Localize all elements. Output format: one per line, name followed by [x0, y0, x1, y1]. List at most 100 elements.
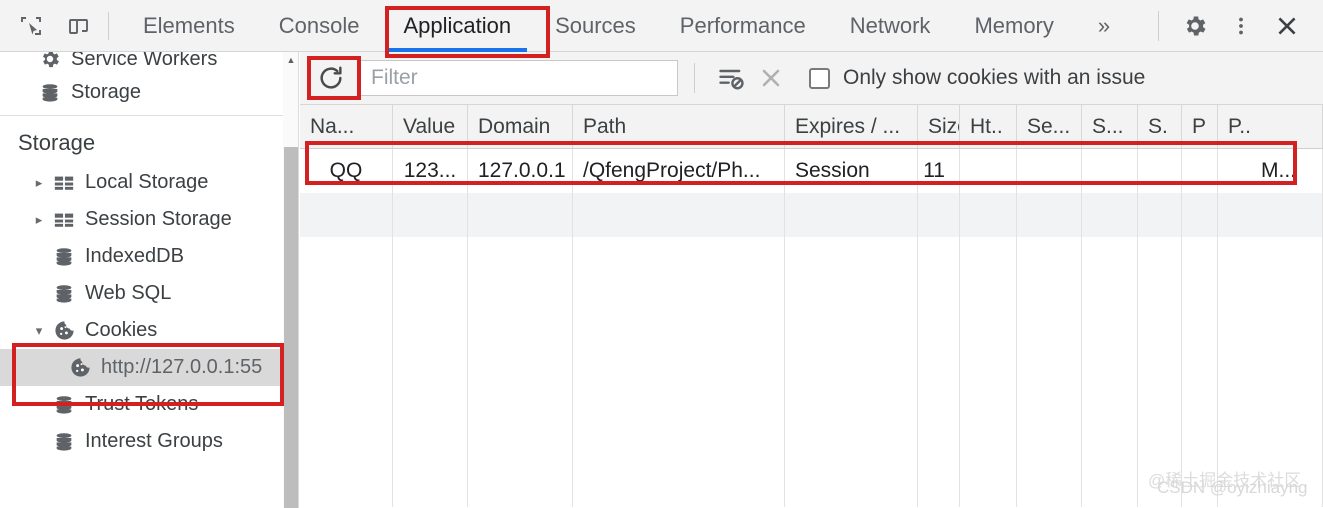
tabbar-divider [108, 11, 109, 40]
sidebar-item-cookie-origin-label: http://127.0.0.1:55 [101, 356, 263, 378]
sidebar-item-indexeddb-label: IndexedDB [85, 245, 184, 267]
cell-name: QQ [300, 149, 393, 193]
cell-expires: Session [785, 149, 918, 193]
sidebar-item-indexeddb[interactable]: IndexedDB [0, 238, 283, 275]
scroll-up-arrow-icon[interactable]: ▲ [283, 52, 299, 68]
tabbar-right-tools [1148, 6, 1323, 46]
tab-console-label: Console [278, 12, 360, 38]
filter-input[interactable] [360, 60, 678, 96]
sidebar-item-web-sql-label: Web SQL [85, 282, 172, 304]
sidebar-item-storage-top[interactable]: Storage [0, 74, 283, 111]
clear-filter-icon[interactable] [711, 59, 751, 97]
cell-httponly [960, 149, 1017, 193]
cell-priority: M... [1218, 149, 1323, 193]
chevron-right-icon[interactable]: ▸ [28, 212, 50, 228]
grid-column-line [1017, 237, 1082, 507]
tab-memory[interactable]: Memory [952, 0, 1075, 52]
column-header-name[interactable]: Na... [300, 105, 393, 148]
column-header-value[interactable]: Value [393, 105, 468, 148]
tab-performance-label: Performance [679, 12, 806, 38]
sidebar-item-trust-tokens[interactable]: Trust Tokens [0, 386, 283, 423]
device-toolbar-icon[interactable] [62, 9, 96, 43]
tab-network[interactable]: Network [828, 0, 953, 52]
close-icon[interactable] [1267, 6, 1307, 46]
only-issues-checkbox-row[interactable]: Only show cookies with an issue [809, 66, 1145, 90]
column-header-httponly[interactable]: Ht.. [960, 105, 1017, 148]
column-header-size[interactable]: Size [918, 105, 960, 148]
cell-empty [393, 193, 468, 237]
cell-empty [300, 193, 393, 237]
tab-overflow-button[interactable]: » [1076, 0, 1132, 52]
grid-column-line [468, 237, 573, 507]
database-icon [50, 394, 78, 416]
table-row[interactable]: QQ 123... 127.0.0.1 /QfengProject/Ph... … [300, 149, 1323, 193]
grid-column-line [785, 237, 918, 507]
devtools-window: Elements Console Application Sources Per… [0, 0, 1323, 508]
tab-sources-label: Sources [555, 12, 636, 38]
grid-column-line [573, 237, 785, 507]
gear-icon [36, 52, 64, 70]
cookies-panel: Only show cookies with an issue Na... Va… [300, 52, 1323, 508]
cookies-toolbar: Only show cookies with an issue [300, 52, 1323, 105]
sidebar-item-local-storage-label: Local Storage [85, 171, 209, 193]
cell-value: 123... [393, 149, 468, 193]
sidebar-item-cookie-origin[interactable]: http://127.0.0.1:55 [0, 349, 283, 386]
database-icon [50, 431, 78, 453]
cell-empty [573, 193, 785, 237]
table-icon [50, 209, 78, 231]
cell-samesite2 [1138, 149, 1182, 193]
settings-gear-icon[interactable] [1175, 6, 1215, 46]
sidebar-section-title: Storage [18, 130, 96, 155]
tabbar-left-tools [0, 9, 96, 43]
sidebar-item-service-workers[interactable]: Service Workers [0, 52, 283, 74]
database-icon [50, 246, 78, 268]
tab-performance[interactable]: Performance [658, 0, 828, 52]
toolbar-divider [694, 63, 695, 93]
tab-sources[interactable]: Sources [533, 0, 658, 52]
only-issues-checkbox[interactable] [809, 67, 830, 89]
column-header-partition[interactable]: P [1182, 105, 1218, 148]
cell-domain: 127.0.0.1 [468, 149, 573, 193]
grid-column-line [960, 237, 1017, 507]
sidebar-scrollbar[interactable]: ▲ [283, 52, 299, 508]
sidebar-scrollbar-thumb[interactable] [284, 147, 298, 508]
delete-cookies-icon[interactable] [751, 59, 791, 97]
inspect-element-icon[interactable] [14, 9, 48, 43]
sidebar-item-session-storage[interactable]: ▸ Session Storage [0, 201, 283, 238]
column-header-secure[interactable]: Se... [1017, 105, 1082, 148]
tab-console[interactable]: Console [257, 0, 382, 52]
grid-column-line [1182, 237, 1218, 507]
column-header-samesite2[interactable]: S. [1138, 105, 1182, 148]
column-header-expires[interactable]: Expires / ... [785, 105, 918, 148]
grid-column-line [300, 237, 393, 507]
sidebar-item-local-storage[interactable]: ▸ Local Storage [0, 164, 283, 201]
sidebar-item-interest-groups[interactable]: Interest Groups [0, 423, 283, 460]
chevron-right-icon[interactable]: ▸ [28, 175, 50, 191]
chevron-down-icon[interactable]: ▾ [28, 323, 50, 339]
cell-empty [960, 193, 1017, 237]
column-header-priority[interactable]: P.. [1218, 105, 1323, 148]
column-header-samesite[interactable]: S... [1082, 105, 1138, 148]
sidebar-item-cookies[interactable]: ▾ Cookies [0, 312, 283, 349]
cell-empty [1182, 193, 1218, 237]
sidebar-item-service-workers-label: Service Workers [71, 52, 218, 70]
right-tools-divider [1158, 10, 1159, 41]
tab-elements-label: Elements [143, 12, 235, 38]
table-icon [50, 172, 78, 194]
table-row-empty[interactable] [300, 193, 1323, 237]
sidebar-item-cookies-label: Cookies [85, 319, 158, 341]
tab-application[interactable]: Application [381, 0, 533, 52]
column-header-domain[interactable]: Domain [468, 105, 573, 148]
cookies-table: Na... Value Domain Path Expires / ... Si… [300, 105, 1323, 507]
cell-samesite [1082, 149, 1138, 193]
devtools-tabbar: Elements Console Application Sources Per… [0, 0, 1323, 52]
sidebar-item-web-sql[interactable]: Web SQL [0, 275, 283, 312]
column-header-path[interactable]: Path [573, 105, 785, 148]
sidebar-item-trust-tokens-label: Trust Tokens [85, 393, 199, 415]
refresh-icon[interactable] [310, 59, 352, 97]
tab-elements[interactable]: Elements [121, 0, 257, 52]
cell-partition [1182, 149, 1218, 193]
grid-column-line [1138, 237, 1182, 507]
more-options-icon[interactable] [1221, 6, 1261, 46]
cell-empty [785, 193, 918, 237]
